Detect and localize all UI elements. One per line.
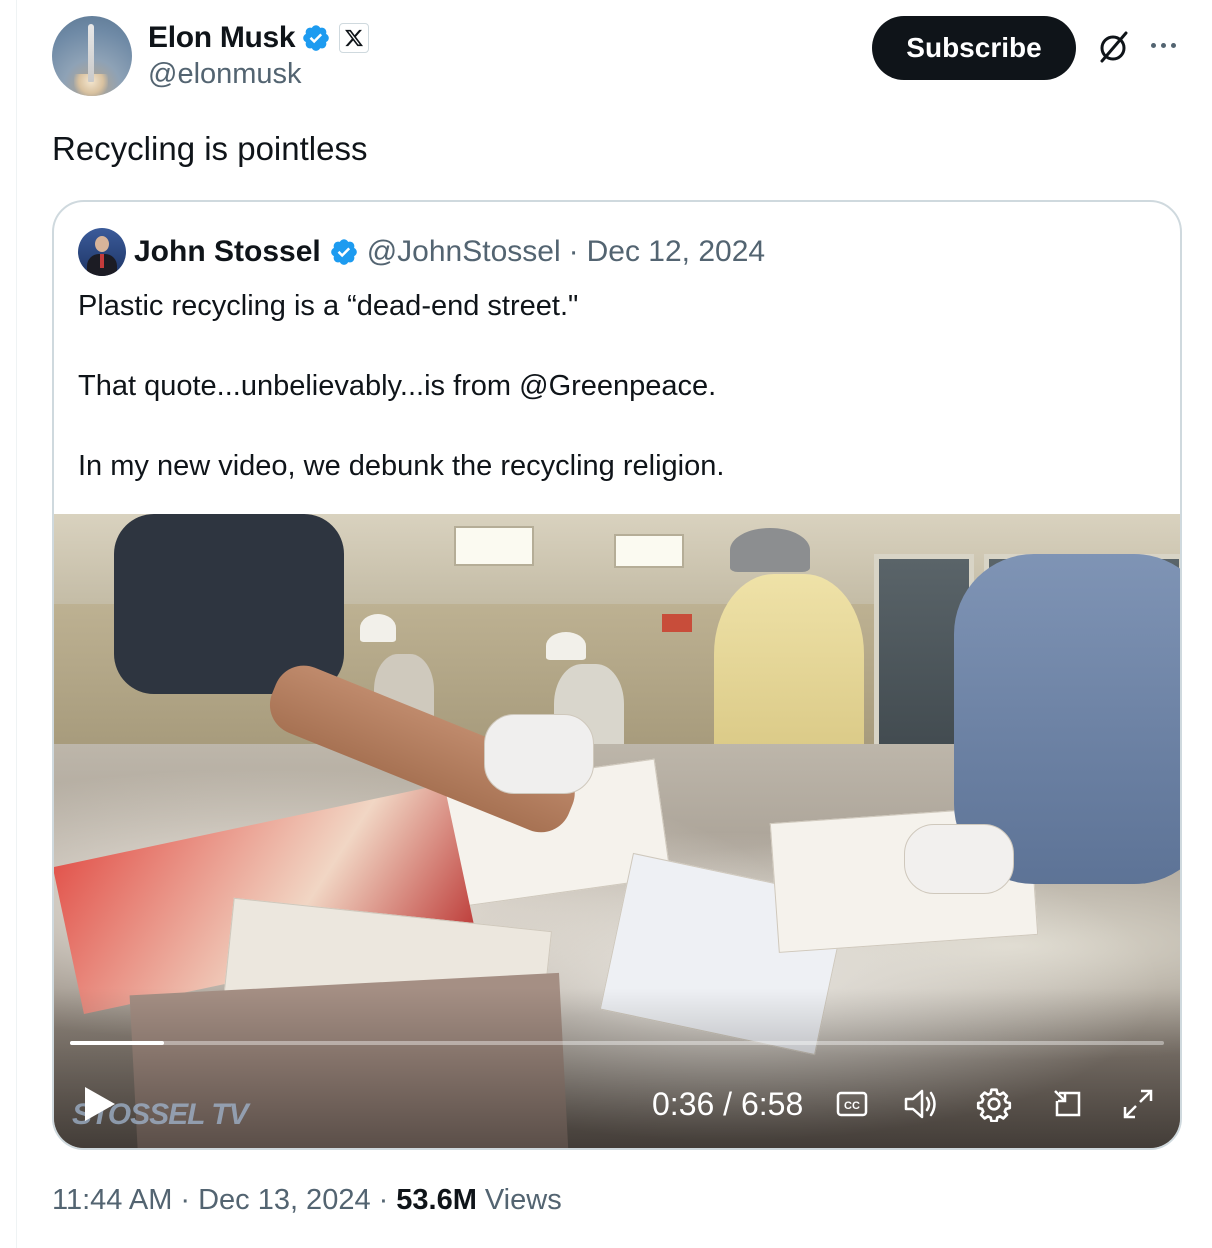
video-scene-helmet (730, 528, 810, 572)
avatar-tie (100, 254, 104, 268)
svg-text:CC: CC (844, 1100, 860, 1112)
fullscreen-icon[interactable] (1118, 1082, 1158, 1126)
author-display-name[interactable]: Elon Musk (148, 21, 296, 55)
video-progress-fill (70, 1041, 165, 1045)
avatar-rocket (88, 24, 94, 82)
tweet-header: Elon Musk @elonmusk Subscribe (52, 16, 1192, 100)
more-dot (1150, 42, 1156, 48)
quoted-paragraph: That quote...unbelievably...is from @Gre… (78, 370, 717, 402)
settings-gear-icon[interactable] (974, 1082, 1014, 1126)
more-dot (1170, 42, 1176, 48)
quoted-author-handle[interactable]: @JohnStossel (367, 235, 561, 269)
more-horizontal-icon[interactable] (1142, 30, 1184, 60)
quoted-paragraph: Plastic recycling is a “dead-end street.… (78, 290, 579, 322)
views-label: Views (484, 1184, 562, 1216)
video-scene-glove (484, 714, 594, 794)
left-divider (16, 0, 17, 1248)
views-count: 53.6M (396, 1184, 477, 1216)
tweet-text: Recycling is pointless (52, 130, 368, 167)
separator-dot: · (568, 235, 579, 268)
verified-badge-icon (330, 239, 357, 265)
video-scene-light (614, 534, 684, 568)
post-time[interactable]: 11:44 AM (52, 1184, 172, 1217)
video-player[interactable]: STOSSEL TV 0:36 / 6:58 CC (54, 514, 1180, 1148)
tweet-footer: 11:44 AM · Dec 13, 2024 · 53.6M Views (52, 1184, 562, 1217)
separator-dot: · (180, 1184, 191, 1216)
separator-dot: · (378, 1184, 389, 1216)
quoted-tweet-header: John Stossel @JohnStossel · Dec 12, 2024 (78, 228, 765, 276)
closed-captions-icon[interactable]: CC (834, 1082, 870, 1126)
avatar-face (95, 236, 109, 252)
author-handle[interactable]: @elonmusk (148, 58, 302, 91)
subscribe-button[interactable]: Subscribe (872, 16, 1076, 80)
author-name-row: Elon Musk (148, 20, 370, 56)
video-scene-helmet (546, 632, 586, 660)
video-scene-helmet (360, 614, 396, 642)
verified-badge-icon (303, 25, 330, 51)
picture-in-picture-icon[interactable] (1048, 1082, 1088, 1126)
quoted-author-name[interactable]: John Stossel (134, 235, 321, 269)
quoted-date[interactable]: Dec 12, 2024 (587, 235, 765, 269)
quoted-tweet[interactable]: John Stossel @JohnStossel · Dec 12, 2024… (52, 200, 1182, 1150)
quoted-paragraph: In my new video, we debunk the recycling… (78, 450, 725, 482)
video-scene-glove (904, 824, 1014, 894)
volume-icon[interactable] (900, 1082, 944, 1126)
quoted-author-avatar[interactable] (78, 228, 126, 276)
video-progress-bar[interactable] (70, 1041, 1164, 1045)
slashed-circle-icon[interactable] (1094, 28, 1132, 66)
author-avatar[interactable] (52, 16, 132, 96)
post-date[interactable]: Dec 13, 2024 (198, 1184, 371, 1217)
play-icon[interactable] (80, 1082, 120, 1126)
x-logo-icon[interactable] (339, 23, 370, 53)
quoted-tweet-body: Plastic recycling is a “dead-end street.… (78, 286, 1158, 526)
more-dot (1160, 42, 1166, 48)
video-scene-light (454, 526, 534, 566)
video-time-display: 0:36 / 6:58 (652, 1085, 804, 1122)
video-scene-exit-sign (662, 614, 692, 632)
